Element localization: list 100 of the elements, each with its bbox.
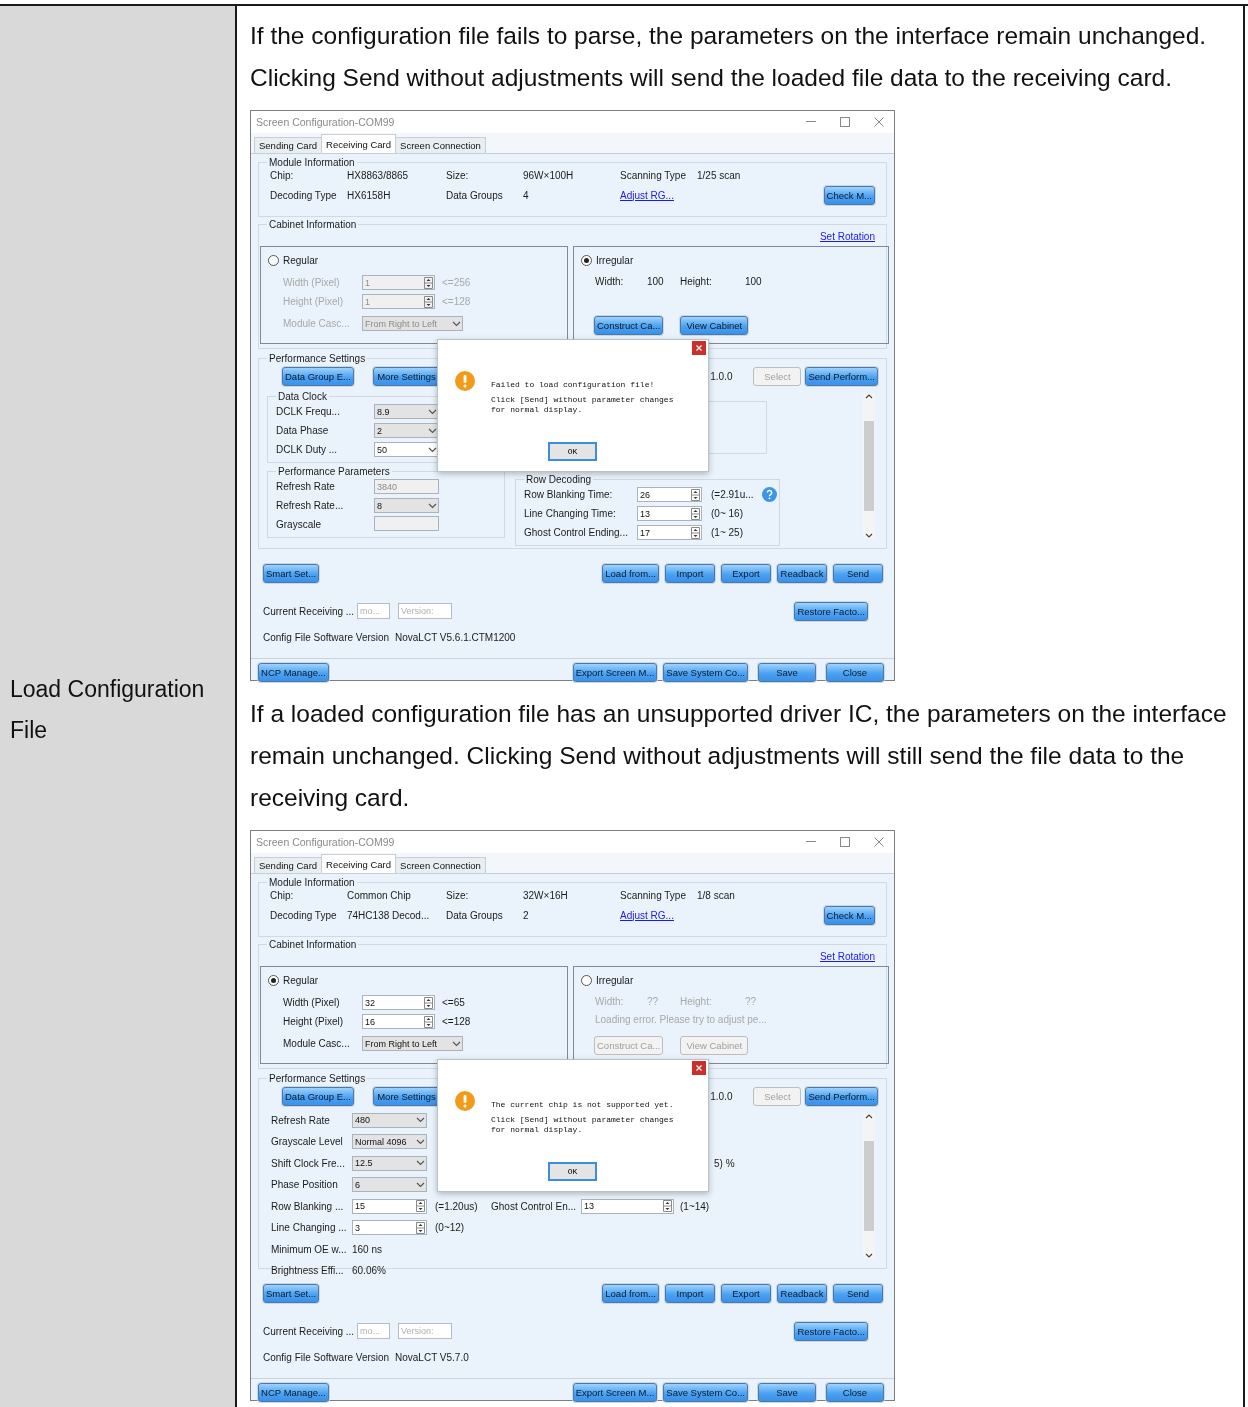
spin-box[interactable]: 17 <box>637 525 702 540</box>
close-icon[interactable] <box>874 837 884 847</box>
spinner-arrows-icon[interactable] <box>424 276 433 289</box>
chevron-down-icon[interactable] <box>865 533 873 539</box>
action-button[interactable]: Send <box>833 563 883 583</box>
action-button[interactable]: Load from... <box>602 1283 659 1303</box>
version-text: 1.0.0 <box>710 1090 733 1102</box>
close-icon[interactable] <box>874 117 884 127</box>
action-button[interactable]: More Settings <box>373 1086 440 1106</box>
action-button[interactable]: Save System Co... <box>663 1382 748 1402</box>
tab[interactable]: Screen Connection <box>395 857 486 873</box>
action-button[interactable]: Save System Co... <box>663 662 748 682</box>
spinner-arrows-icon[interactable] <box>691 526 700 539</box>
spin-box[interactable]: 32 <box>362 995 435 1010</box>
dropdown[interactable]: Normal 4096 <box>352 1134 427 1150</box>
maximize-icon[interactable] <box>840 117 850 127</box>
minimize-icon[interactable] <box>806 841 816 843</box>
close-button[interactable] <box>692 1061 706 1075</box>
action-button[interactable]: View Cabinet <box>680 316 749 335</box>
action-button[interactable]: Smart Set... <box>263 1283 320 1303</box>
spinner-arrows-icon[interactable] <box>691 488 700 501</box>
ok-button[interactable]: OK <box>548 1162 597 1181</box>
action-button[interactable]: Restore Facto... <box>794 1321 868 1341</box>
link[interactable]: Set Rotation <box>819 950 875 962</box>
radio-button[interactable] <box>268 974 279 986</box>
help-icon[interactable] <box>761 487 777 502</box>
action-button[interactable]: Check M... <box>823 185 875 205</box>
action-button[interactable]: Save <box>758 662 816 682</box>
action-button[interactable]: Smart Set... <box>263 563 320 583</box>
dropdown[interactable]: 2 <box>374 423 439 438</box>
radio-button[interactable] <box>581 254 592 266</box>
version-text: 1.0.0 <box>710 370 733 382</box>
field-value: ?? <box>647 996 660 1007</box>
action-button[interactable]: Load from... <box>602 563 659 583</box>
input-field[interactable]: mo... <box>357 603 390 619</box>
limit-text: <=65 <box>442 997 466 1008</box>
scrollbar[interactable] <box>863 1113 875 1259</box>
maximize-icon[interactable] <box>840 837 850 847</box>
action-button[interactable]: Save <box>758 1382 816 1402</box>
tab[interactable]: Screen Connection <box>395 137 486 153</box>
spin-box[interactable]: 26 <box>637 487 702 502</box>
spinner-arrows-icon[interactable] <box>416 1200 425 1213</box>
spin-box[interactable]: 3 <box>352 1220 427 1236</box>
ok-button[interactable]: OK <box>548 442 597 461</box>
action-button[interactable]: Close <box>826 662 884 682</box>
spinner-arrows-icon[interactable] <box>424 295 433 308</box>
input-field[interactable]: Version: <box>398 1323 452 1339</box>
chevron-up-icon[interactable] <box>865 1113 873 1119</box>
action-button[interactable]: Readback <box>777 1283 827 1303</box>
spin-box[interactable]: 13 <box>581 1198 674 1214</box>
action-button[interactable]: Data Group E... <box>282 1086 354 1106</box>
action-button[interactable]: NCP Manage... <box>258 662 329 682</box>
action-button[interactable]: Restore Facto... <box>794 601 868 621</box>
action-button[interactable]: Construct Ca... <box>594 316 664 335</box>
action-button[interactable]: Export <box>721 563 771 583</box>
action-button[interactable]: Import <box>665 563 715 583</box>
minimize-icon[interactable] <box>806 121 816 123</box>
spin-box[interactable]: 13 <box>637 506 702 521</box>
warning-icon <box>455 371 475 391</box>
action-button[interactable]: Check M... <box>823 905 875 925</box>
chevron-up-icon[interactable] <box>865 393 873 399</box>
spinner-arrows-icon[interactable] <box>691 507 700 520</box>
spinner-arrows-icon[interactable] <box>424 1015 433 1028</box>
close-button[interactable] <box>692 341 706 355</box>
spinner-arrows-icon[interactable] <box>424 996 433 1009</box>
action-button[interactable]: Export <box>721 1283 771 1303</box>
scrollbar[interactable] <box>863 393 875 539</box>
tab[interactable]: Sending Card <box>254 857 323 873</box>
action-button[interactable]: Import <box>665 1283 715 1303</box>
tab[interactable]: Receiving Card <box>321 854 397 873</box>
dropdown[interactable]: 12.5 <box>352 1155 427 1171</box>
input-field[interactable]: Version: <box>398 603 452 619</box>
action-button[interactable]: More Settings <box>373 366 440 386</box>
action-button[interactable]: Data Group E... <box>282 366 354 386</box>
dropdown[interactable]: 8 <box>374 498 439 513</box>
link[interactable]: Adjust RG... <box>620 189 674 201</box>
chevron-down-icon[interactable] <box>865 1253 873 1259</box>
dropdown[interactable]: 480 <box>352 1112 427 1128</box>
action-button[interactable]: Readback <box>777 563 827 583</box>
field-value: HX6158H <box>347 189 392 201</box>
spinner-arrows-icon[interactable] <box>663 1200 672 1213</box>
action-button[interactable]: Export Screen M... <box>572 662 658 682</box>
action-button[interactable]: Send Perform... <box>805 366 878 386</box>
tab[interactable]: Receiving Card <box>321 134 397 153</box>
action-button[interactable]: Send Perform... <box>805 1086 878 1106</box>
action-button[interactable]: NCP Manage... <box>258 1382 329 1402</box>
link[interactable]: Set Rotation <box>819 230 875 242</box>
spin-box[interactable]: 15 <box>352 1198 427 1214</box>
tab[interactable]: Sending Card <box>254 137 323 153</box>
spinner-arrows-icon[interactable] <box>416 1221 425 1234</box>
spin-box[interactable]: 16 <box>362 1014 435 1029</box>
action-button[interactable]: Close <box>826 1382 884 1402</box>
action-button[interactable]: Send <box>833 1283 883 1303</box>
link[interactable]: Adjust RG... <box>620 909 674 921</box>
dropdown[interactable]: From Right to Left <box>362 1036 463 1051</box>
dropdown[interactable]: 6 <box>352 1177 427 1193</box>
dropdown[interactable]: 8.9 <box>374 404 439 419</box>
action-button[interactable]: Export Screen M... <box>572 1382 658 1402</box>
dropdown[interactable]: 50 <box>374 442 439 457</box>
input-field[interactable]: mo... <box>357 1323 390 1339</box>
